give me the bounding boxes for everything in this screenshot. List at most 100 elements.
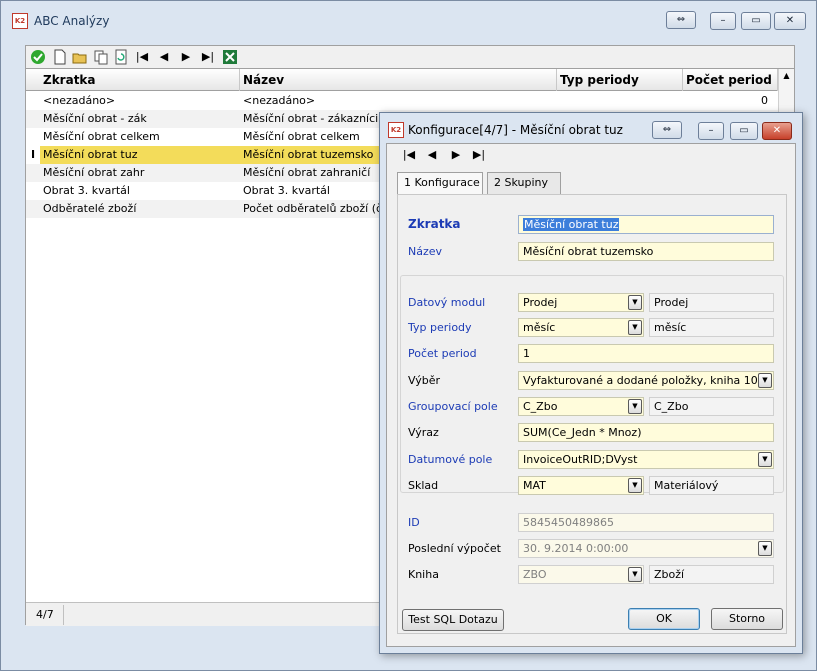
dropdown-arrow-icon[interactable]: ▼ [628, 567, 642, 582]
configuration-dialog: K2 Konfigurace[4/7] - Měsíční obrat tuz … [379, 112, 803, 654]
dropdown-arrow-icon[interactable]: ▼ [758, 541, 772, 556]
kniha-label: Kniha [408, 568, 439, 581]
dropdown-arrow-icon[interactable]: ▼ [628, 295, 642, 310]
cell-zkratka: Odběratelé zboží [43, 202, 137, 215]
vyber-label: Výběr [408, 374, 441, 387]
konfigurace-panel: Zkratka Měsíční obrat tuz Název Měsíční … [397, 194, 787, 634]
dialog-title[interactable]: Konfigurace[4/7] - Měsíční obrat tuz [408, 123, 623, 137]
maximize-button[interactable]: ▭ [741, 12, 771, 30]
sklad-value: MAT [523, 479, 546, 492]
sklad-label: Sklad [408, 479, 439, 492]
datovy-modul-value: Prodej [523, 296, 558, 309]
open-folder-icon[interactable] [72, 49, 88, 65]
cell-zkratka: Měsíční obrat - zák [43, 112, 147, 125]
posledni-vypocet-value: 30. 9.2014 0:00:00 [523, 542, 629, 555]
first-record-icon[interactable]: |◀ [134, 49, 150, 65]
dropdown-arrow-icon[interactable]: ▼ [758, 373, 772, 388]
cell-zkratka: Měsíční obrat zahr [43, 166, 145, 179]
datovy-modul-select[interactable]: Prodej ▼ [518, 293, 644, 312]
tab-skupiny[interactable]: 2 Skupiny [487, 172, 561, 194]
zkratka-field[interactable]: Měsíční obrat tuz [518, 215, 774, 234]
app-logo-icon: K2 [12, 13, 28, 29]
kniha-value: ZBO [523, 568, 547, 581]
column-header-typ-periody[interactable]: Typ periody [557, 69, 683, 91]
main-window-title: ABC Analýzy [34, 14, 110, 28]
vyraz-field[interactable]: SUM(Ce_Jedn * Mnoz) [518, 423, 774, 442]
tab-konfigurace[interactable]: 1 Konfigurace [397, 172, 483, 195]
cell-pocet-period: 0 [761, 94, 768, 107]
vyraz-label: Výraz [408, 426, 439, 439]
table-row[interactable]: <nezadáno> <nezadáno> 0 [26, 92, 778, 110]
pocet-period-field[interactable]: 1 [518, 344, 774, 363]
dialog-next-record-icon[interactable]: ▶ [448, 147, 464, 163]
cell-nazev: <nezadáno> [243, 94, 316, 107]
cell-zkratka: Obrat 3. kvartál [43, 184, 130, 197]
typ-periody-label: Typ periody [408, 321, 472, 334]
groupovaci-pole-label: Groupovací pole [408, 400, 498, 413]
datumove-pole-value: InvoiceOutRID;DVyst [523, 453, 638, 466]
sklad-description: Materiálový [649, 476, 774, 495]
main-titlebar[interactable]: K2 ABC Analýzy ⇔ – ▭ ✕ [1, 1, 816, 41]
record-position: 4/7 [26, 605, 64, 625]
ok-button[interactable]: OK [628, 608, 700, 630]
column-header-zkratka[interactable]: Zkratka [40, 69, 240, 91]
cell-nazev: Počet odběratelů zboží (čtvr [243, 202, 398, 215]
cell-zkratka: <nezadáno> [43, 94, 116, 107]
dialog-minimize-button[interactable]: – [698, 122, 724, 140]
restore-arrows-button[interactable]: ⇔ [666, 11, 696, 29]
refresh-icon[interactable] [113, 49, 129, 65]
next-record-icon[interactable]: ▶ [178, 49, 194, 65]
dialog-maximize-button[interactable]: ▭ [730, 122, 758, 140]
cancel-button[interactable]: Storno [711, 608, 783, 630]
dropdown-arrow-icon[interactable]: ▼ [628, 399, 642, 414]
groupovaci-pole-select[interactable]: C_Zbo ▼ [518, 397, 644, 416]
vyber-select[interactable]: Vyfakturované a dodané položky, kniha 10… [518, 371, 774, 390]
pocet-period-label: Počet period [408, 347, 477, 360]
kniha-select[interactable]: ZBO ▼ [518, 565, 644, 584]
posledni-vypocet-field[interactable]: 30. 9.2014 0:00:00 ▼ [518, 539, 774, 558]
zkratka-value: Měsíční obrat tuz [523, 218, 620, 231]
posledni-vypocet-label: Poslední výpočet [408, 542, 501, 555]
nazev-label: Název [408, 245, 443, 258]
dialog-last-record-icon[interactable]: ▶| [471, 147, 487, 163]
id-field: 5845450489865 [518, 513, 774, 532]
excel-export-icon[interactable] [222, 49, 238, 65]
column-header-pocet-period[interactable]: Počet period [683, 69, 778, 91]
dialog-close-button[interactable]: ✕ [762, 122, 792, 140]
dialog-logo-icon: K2 [388, 122, 404, 138]
datumove-pole-select[interactable]: InvoiceOutRID;DVyst ▼ [518, 450, 774, 469]
groupovaci-pole-description: C_Zbo [649, 397, 774, 416]
dialog-prev-record-icon[interactable]: ◀ [424, 147, 440, 163]
dropdown-arrow-icon[interactable]: ▼ [758, 452, 772, 467]
grid-header: Zkratka Název Typ periody Počet period [26, 69, 778, 91]
zkratka-label: Zkratka [408, 217, 461, 231]
cell-zkratka: Měsíční obrat celkem [43, 130, 160, 143]
typ-periody-value: měsíc [523, 321, 556, 334]
scroll-up-arrow-icon[interactable]: ▲ [779, 71, 794, 80]
typ-periody-select[interactable]: měsíc ▼ [518, 318, 644, 337]
datovy-modul-description: Prodej [649, 293, 774, 312]
dropdown-arrow-icon[interactable]: ▼ [628, 478, 642, 493]
groupovaci-pole-value: C_Zbo [523, 400, 558, 413]
new-document-icon[interactable] [52, 49, 68, 65]
sklad-select[interactable]: MAT ▼ [518, 476, 644, 495]
cell-zkratka: Měsíční obrat tuz [43, 148, 138, 161]
id-label: ID [408, 516, 420, 529]
last-record-icon[interactable]: ▶| [200, 49, 216, 65]
dialog-restore-arrows-button[interactable]: ⇔ [652, 121, 682, 139]
minimize-button[interactable]: – [710, 12, 736, 30]
kniha-description: Zboží [649, 565, 774, 584]
dialog-first-record-icon[interactable]: |◀ [401, 147, 417, 163]
close-button[interactable]: ✕ [774, 12, 806, 30]
column-header-nazev[interactable]: Název [240, 69, 557, 91]
dialog-toolbar: |◀ ◀ ▶ ▶| [387, 144, 795, 166]
datovy-modul-label: Datový modul [408, 296, 486, 309]
test-sql-button[interactable]: Test SQL Dotazu [402, 609, 504, 631]
copy-icon[interactable] [93, 49, 109, 65]
confirm-check-icon[interactable] [30, 49, 46, 65]
row-indicator-icon: I [26, 146, 40, 164]
nazev-field[interactable]: Měsíční obrat tuzemsko [518, 242, 774, 261]
browse-toolbar: |◀ ◀ ▶ ▶| [26, 46, 794, 68]
dropdown-arrow-icon[interactable]: ▼ [628, 320, 642, 335]
prev-record-icon[interactable]: ◀ [156, 49, 172, 65]
